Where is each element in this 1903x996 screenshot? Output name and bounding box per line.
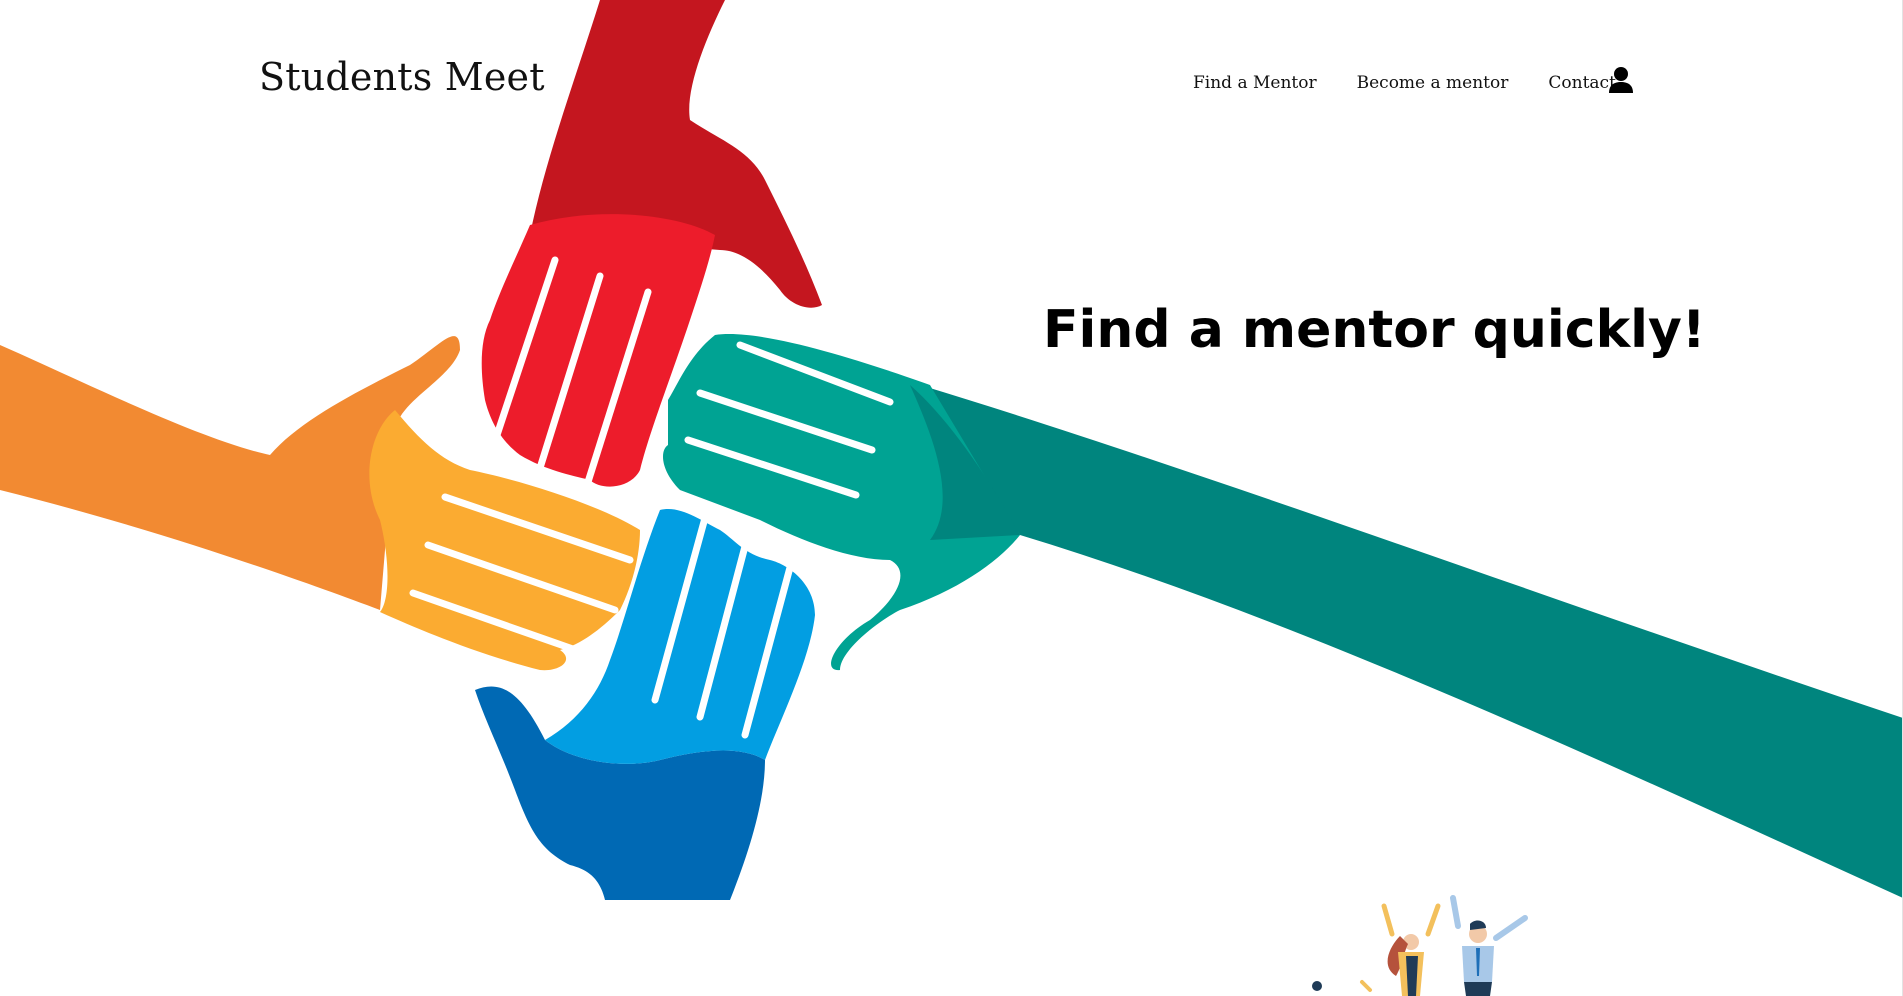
teal-arm xyxy=(920,385,1903,898)
person-icon[interactable] xyxy=(1608,66,1634,94)
four-hands-illustration xyxy=(0,0,1903,900)
brand-logo[interactable]: Students Meet xyxy=(259,55,545,99)
main-nav: Find a Mentor Become a mentor Contact xyxy=(1193,73,1656,93)
landing-page: Students Meet Find a Mentor Become a men… xyxy=(0,0,1903,996)
nav-become-mentor[interactable]: Become a mentor xyxy=(1357,73,1509,93)
celebrating-people-illustration xyxy=(1312,895,1528,996)
hero-headline: Find a mentor quickly! xyxy=(1043,300,1706,360)
nav-find-mentor[interactable]: Find a Mentor xyxy=(1193,73,1317,93)
nav-contact[interactable]: Contact xyxy=(1548,73,1616,93)
